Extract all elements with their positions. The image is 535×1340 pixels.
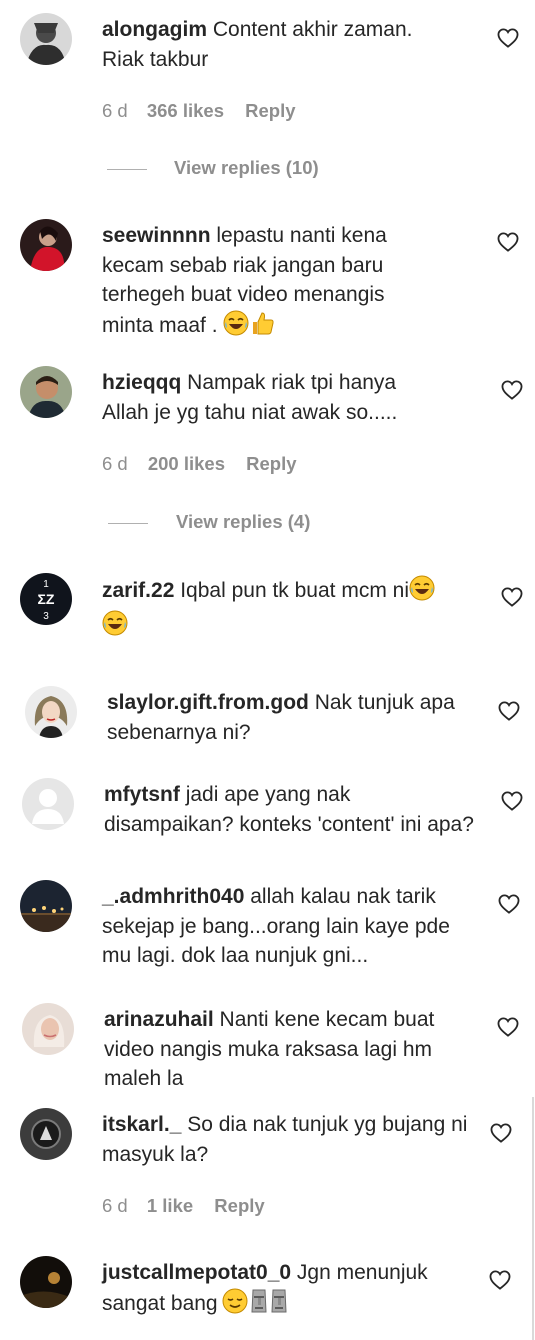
like-heart-icon[interactable] [490,1123,512,1143]
comment-likes[interactable]: 200 likes [148,453,225,475]
comment-username[interactable]: justcallmepotat0_0 [102,1261,291,1284]
face-with-tears-of-joy-icon [409,575,435,610]
avatar[interactable] [20,366,72,418]
avatar[interactable] [20,1256,72,1308]
thumbs-up-icon [249,310,275,345]
view-replies-button[interactable]: View replies (10) [174,157,319,179]
like-heart-icon[interactable] [498,701,520,721]
comment-text: zarif.22 Iqbal pun tk buat mcm ni [102,575,482,644]
comment-username[interactable]: arinazuhail [104,1008,214,1031]
comment-meta: 6 d 366 likes Reply [102,100,296,122]
avatar[interactable] [20,880,72,932]
comment-username[interactable]: seewinnnn [102,224,211,247]
comment-text: mfytsnf jadi ape yang nak disampaikan? k… [104,780,474,839]
like-heart-icon[interactable] [501,791,523,811]
comment-text: justcallmepotat0_0 Jgn menunjuk sangat b… [102,1258,477,1322]
like-heart-icon[interactable] [501,587,523,607]
comment-username[interactable]: _.admhrith040 [102,885,244,908]
like-heart-icon[interactable] [497,28,519,48]
comment-likes[interactable]: 1 like [147,1195,193,1217]
comment-username[interactable]: slaylor.gift.from.god [107,691,309,714]
comment-text: _.admhrith040 allah kalau nak tarik seke… [102,882,477,971]
comment-text: hzieqqq Nampak riak tpi hanya Allah je y… [102,368,442,427]
reply-button[interactable]: Reply [214,1195,264,1217]
comment-username[interactable]: itskarl._ [102,1113,181,1136]
reply-button[interactable]: Reply [245,100,295,122]
avatar[interactable] [20,13,72,65]
avatar[interactable]: 1 ΣZ 3 [20,573,72,625]
comment-text: itskarl._ So dia nak tunjuk yg bujang ni… [102,1110,477,1169]
comment-meta: 6 d 1 like Reply [102,1195,265,1217]
view-replies-line [108,523,148,524]
svg-text:1: 1 [43,579,49,590]
view-replies-line [107,169,147,170]
comment-username[interactable]: hzieqqq [102,371,181,394]
comment-text: seewinnnn lepastu nanti kena kecam sebab… [102,221,422,344]
relieved-face-icon [222,1288,248,1323]
moai-icon [270,1288,288,1323]
comment-username[interactable]: mfytsnf [104,783,180,806]
comment-body: Iqbal pun tk buat mcm ni [180,579,410,602]
reply-button[interactable]: Reply [246,453,296,475]
like-heart-icon[interactable] [489,1270,511,1290]
avatar[interactable] [25,686,77,738]
comment-meta: 6 d 200 likes Reply [102,453,297,475]
avatar[interactable] [22,1003,74,1055]
svg-text:ΣZ: ΣZ [38,591,55,607]
comment-age: 6 d [102,100,128,121]
svg-text:3: 3 [43,611,49,622]
avatar[interactable] [20,1108,72,1160]
comment-text: slaylor.gift.from.god Nak tunjuk apa seb… [107,688,487,747]
comment-username[interactable]: zarif.22 [102,579,174,602]
face-with-tears-of-joy-icon [223,310,249,345]
comment-text: arinazuhail Nanti kene kecam buat video … [104,1005,474,1094]
comment-text: alongagim Content akhir zaman. Riak takbu… [102,15,462,74]
comment-age: 6 d [102,1195,128,1216]
comment-likes[interactable]: 366 likes [147,100,224,122]
like-heart-icon[interactable] [498,894,520,914]
moai-icon [250,1288,268,1323]
avatar[interactable] [20,219,72,271]
view-replies-button[interactable]: View replies (4) [176,511,310,533]
comment-age: 6 d [102,453,128,474]
avatar[interactable] [22,778,74,830]
like-heart-icon[interactable] [501,380,523,400]
comment-username[interactable]: alongagim [102,18,207,41]
like-heart-icon[interactable] [497,232,519,252]
scrollbar[interactable] [532,1097,534,1340]
face-with-tears-of-joy-icon [102,610,128,645]
like-heart-icon[interactable] [497,1017,519,1037]
